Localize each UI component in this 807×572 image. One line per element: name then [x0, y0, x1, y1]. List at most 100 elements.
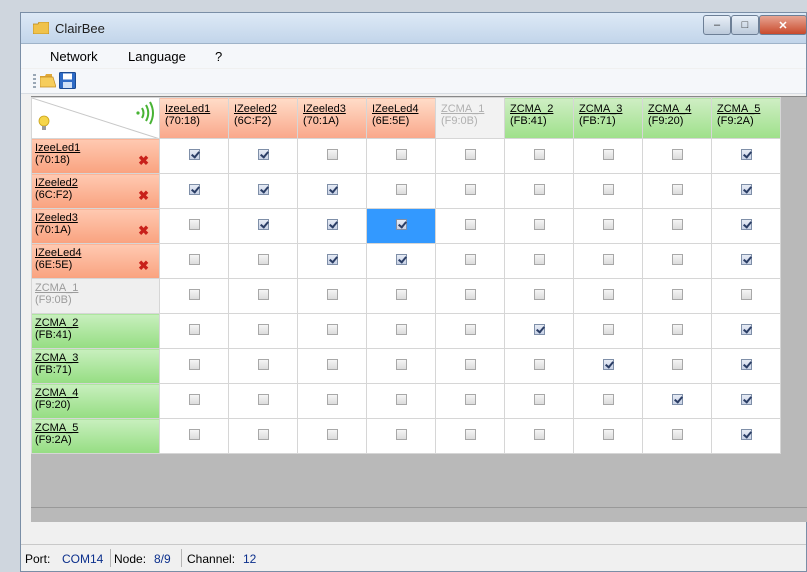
link-checkbox-unchecked[interactable] — [326, 394, 338, 405]
link-cell[interactable] — [711, 138, 781, 174]
link-checkbox-unchecked[interactable] — [464, 324, 476, 335]
column-header[interactable]: IZeeled2 (6C:F2) — [228, 97, 298, 139]
column-header[interactable]: IZeeled3 (70:1A) — [297, 97, 367, 139]
link-checkbox-unchecked[interactable] — [257, 429, 269, 440]
link-checkbox-checked[interactable] — [740, 429, 752, 440]
menu-help[interactable]: ? — [215, 49, 222, 64]
link-checkbox-unchecked[interactable] — [533, 219, 545, 230]
link-checkbox-unchecked[interactable] — [533, 394, 545, 405]
link-checkbox-unchecked[interactable] — [533, 254, 545, 265]
link-cell[interactable] — [504, 313, 574, 349]
column-header[interactable]: ZCMA_5 (F9:2A) — [711, 97, 781, 139]
row-header[interactable]: IZeeLed4 (6E:5E) ✖ — [31, 243, 160, 279]
link-checkbox-checked[interactable] — [740, 219, 752, 230]
link-checkbox-checked[interactable] — [602, 359, 614, 370]
link-checkbox-unchecked[interactable] — [464, 359, 476, 370]
link-checkbox-unchecked[interactable] — [395, 394, 407, 405]
link-cell[interactable] — [642, 278, 712, 314]
link-checkbox-unchecked[interactable] — [533, 359, 545, 370]
link-cell[interactable] — [573, 348, 643, 384]
column-header[interactable]: ZCMA_3 (FB:71) — [573, 97, 643, 139]
column-header[interactable]: IZeeLed4 (6E:5E) — [366, 97, 436, 139]
link-checkbox-unchecked[interactable] — [602, 394, 614, 405]
link-cell[interactable] — [435, 383, 505, 419]
link-cell[interactable] — [159, 418, 229, 454]
link-checkbox-unchecked[interactable] — [257, 394, 269, 405]
link-cell[interactable] — [228, 208, 298, 244]
link-checkbox-unchecked[interactable] — [464, 219, 476, 230]
link-cell[interactable] — [228, 278, 298, 314]
link-checkbox-unchecked[interactable] — [464, 289, 476, 300]
title-bar[interactable]: ClairBee – □ ✕ — [21, 13, 807, 44]
link-checkbox-checked[interactable] — [257, 219, 269, 230]
link-checkbox-unchecked[interactable] — [326, 359, 338, 370]
link-cell[interactable] — [642, 173, 712, 209]
link-cell[interactable] — [435, 313, 505, 349]
link-cell[interactable] — [504, 138, 574, 174]
link-checkbox-unchecked[interactable] — [602, 184, 614, 195]
link-cell[interactable] — [573, 278, 643, 314]
link-checkbox-checked[interactable] — [740, 149, 752, 160]
row-header[interactable]: ZCMA_5 (F9:2A) — [31, 418, 160, 454]
row-header[interactable]: IZeeled3 (70:1A) ✖ — [31, 208, 160, 244]
link-checkbox-unchecked[interactable] — [257, 359, 269, 370]
link-cell[interactable] — [642, 418, 712, 454]
link-cell[interactable] — [504, 418, 574, 454]
link-cell[interactable] — [504, 243, 574, 279]
link-checkbox-unchecked[interactable] — [671, 359, 683, 370]
link-cell[interactable] — [711, 383, 781, 419]
link-checkbox-unchecked[interactable] — [395, 359, 407, 370]
link-checkbox-unchecked[interactable] — [395, 429, 407, 440]
link-cell[interactable] — [228, 138, 298, 174]
link-checkbox-unchecked[interactable] — [326, 429, 338, 440]
link-cell[interactable] — [297, 348, 367, 384]
link-checkbox-unchecked[interactable] — [395, 289, 407, 300]
link-cell[interactable] — [297, 208, 367, 244]
link-checkbox-checked[interactable] — [740, 184, 752, 195]
link-checkbox-unchecked[interactable] — [602, 324, 614, 335]
link-cell[interactable] — [228, 348, 298, 384]
remove-node-icon[interactable]: ✖ — [138, 224, 149, 237]
link-checkbox-unchecked[interactable] — [464, 394, 476, 405]
link-checkbox-unchecked[interactable] — [533, 184, 545, 195]
link-checkbox-unchecked[interactable] — [326, 324, 338, 335]
link-checkbox-checked[interactable] — [188, 184, 200, 195]
row-header[interactable]: IzeeLed1 (70:18) ✖ — [31, 138, 160, 174]
link-cell[interactable] — [573, 208, 643, 244]
link-cell[interactable] — [366, 208, 436, 244]
link-checkbox-unchecked[interactable] — [188, 254, 200, 265]
link-cell[interactable] — [504, 208, 574, 244]
link-checkbox-unchecked[interactable] — [602, 289, 614, 300]
row-header[interactable]: ZCMA_2 (FB:41) — [31, 313, 160, 349]
link-cell[interactable] — [435, 348, 505, 384]
minimize-button[interactable]: – — [703, 15, 731, 35]
link-cell[interactable] — [297, 173, 367, 209]
link-cell[interactable] — [366, 138, 436, 174]
link-cell[interactable] — [573, 313, 643, 349]
link-cell[interactable] — [711, 208, 781, 244]
menu-network[interactable]: Network — [50, 49, 98, 64]
link-checkbox-unchecked[interactable] — [326, 149, 338, 160]
column-header[interactable]: IzeeLed1 (70:18) — [159, 97, 229, 139]
link-cell[interactable] — [228, 243, 298, 279]
menu-language[interactable]: Language — [128, 49, 186, 64]
link-cell[interactable] — [228, 173, 298, 209]
link-checkbox-unchecked[interactable] — [602, 149, 614, 160]
link-cell[interactable] — [642, 383, 712, 419]
link-cell[interactable] — [642, 348, 712, 384]
remove-node-icon[interactable]: ✖ — [138, 189, 149, 202]
link-cell[interactable] — [642, 208, 712, 244]
link-cell[interactable] — [504, 383, 574, 419]
link-checkbox-unchecked[interactable] — [188, 359, 200, 370]
link-cell[interactable] — [159, 173, 229, 209]
link-cell[interactable] — [159, 313, 229, 349]
link-cell[interactable] — [159, 208, 229, 244]
link-checkbox-checked[interactable] — [740, 324, 752, 335]
link-checkbox-unchecked[interactable] — [188, 429, 200, 440]
maximize-button[interactable]: □ — [731, 15, 759, 35]
link-cell[interactable] — [366, 243, 436, 279]
link-cell[interactable] — [573, 243, 643, 279]
link-checkbox-unchecked[interactable] — [671, 184, 683, 195]
link-checkbox-checked[interactable] — [257, 184, 269, 195]
remove-node-icon[interactable]: ✖ — [138, 259, 149, 272]
